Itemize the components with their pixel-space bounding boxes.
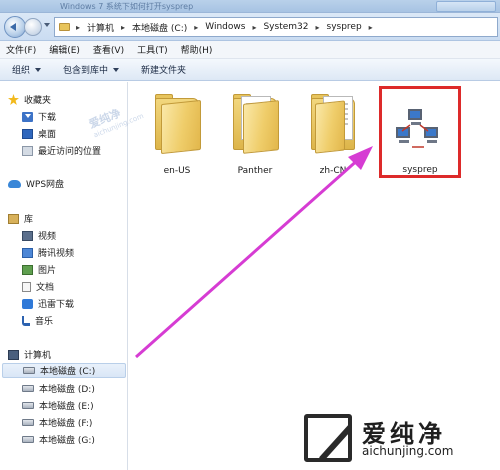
nav-pictures[interactable]: 图片 <box>22 262 56 277</box>
desktop-icon <box>22 128 33 139</box>
nav-wps-cloud[interactable]: WPS网盘 <box>8 176 64 191</box>
drive-icon <box>23 367 35 374</box>
music-note-icon <box>22 315 30 326</box>
nav-drive-e[interactable]: 本地磁盘 (E:) <box>22 398 94 413</box>
drive-icon <box>22 402 34 409</box>
nav-recent-places[interactable]: 最近访问的位置 <box>22 143 101 158</box>
picture-icon <box>22 264 33 275</box>
menu-help[interactable]: 帮助(H) <box>181 43 213 56</box>
nav-drive-f[interactable]: 本地磁盘 (F:) <box>22 415 92 430</box>
menu-tools[interactable]: 工具(T) <box>137 43 168 56</box>
network-link-icon <box>401 124 429 148</box>
back-button[interactable] <box>4 16 26 38</box>
breadcrumb-local-disk-c[interactable]: 本地磁盘 (C:) ▸ <box>132 21 205 34</box>
breadcrumb-system32[interactable]: System32 ▸ <box>263 22 326 32</box>
nav-drive-c[interactable]: 本地磁盘 (C:) <box>2 363 126 378</box>
nav-videos[interactable]: 视频 <box>22 228 56 243</box>
breadcrumb-separator: ▸ <box>76 22 81 32</box>
nav-music[interactable]: 音乐 <box>22 313 53 328</box>
caret-down-icon <box>113 68 120 75</box>
document-icon <box>22 281 31 292</box>
address-row: ▸ 计算机 ▸ 本地磁盘 (C:) ▸ Windows ▸ System32 ▸… <box>0 13 500 41</box>
folder-en-us[interactable]: en-US <box>141 88 213 180</box>
include-in-library-button[interactable]: 包含到库中 <box>63 63 120 76</box>
drive-icon <box>22 385 34 392</box>
history-dropdown-icon[interactable] <box>44 23 50 30</box>
computer-icon <box>8 349 19 360</box>
file-label: en-US <box>163 166 191 176</box>
nav-computer[interactable]: 计算机 <box>8 347 51 362</box>
new-folder-button[interactable]: 新建文件夹 <box>141 63 186 76</box>
breadcrumb-windows[interactable]: Windows ▸ <box>205 22 263 32</box>
nav-drive-g[interactable]: 本地磁盘 (G:) <box>22 432 95 447</box>
file-label: Panther <box>237 166 273 176</box>
window-title-bar: Windows 7 系统下如何打开sysprep <box>0 0 500 13</box>
drive-icon <box>22 419 34 426</box>
tencent-video-icon <box>22 247 33 258</box>
star-icon <box>8 94 19 105</box>
sysprep-executable-highlighted[interactable]: sysprep <box>379 86 461 178</box>
window-title: Windows 7 系统下如何打开sysprep <box>60 2 194 11</box>
nav-desktop[interactable]: 桌面 <box>22 126 56 141</box>
folder-icon <box>243 100 279 154</box>
nav-thunder-downloads[interactable]: 迅雷下载 <box>22 296 74 311</box>
file-label: sysprep <box>402 165 438 175</box>
menu-edit[interactable]: 编辑(E) <box>49 43 80 56</box>
folder-icon <box>59 23 70 31</box>
folder-icon <box>161 99 201 155</box>
breadcrumb-computer[interactable]: 计算机 ▸ <box>87 21 132 34</box>
command-toolbar: 组织 包含到库中 新建文件夹 <box>0 59 500 81</box>
nav-drive-d[interactable]: 本地磁盘 (D:) <box>22 381 95 396</box>
breadcrumb-sysprep[interactable]: sysprep ▸ <box>327 22 380 32</box>
nav-favorites[interactable]: 收藏夹 <box>8 92 51 107</box>
download-folder-icon <box>22 111 33 122</box>
caret-down-icon <box>35 68 42 75</box>
cloud-icon <box>8 179 21 188</box>
brand-logo-icon <box>304 414 352 462</box>
library-icon <box>8 213 19 224</box>
drive-icon <box>22 436 34 443</box>
folder-icon <box>315 100 345 154</box>
address-bar[interactable]: ▸ 计算机 ▸ 本地磁盘 (C:) ▸ Windows ▸ System32 ▸… <box>54 17 498 37</box>
video-icon <box>22 230 33 241</box>
window-controls[interactable] <box>436 1 496 12</box>
folder-panther[interactable]: Panther <box>219 88 291 180</box>
forward-button[interactable] <box>24 18 42 36</box>
nav-libraries[interactable]: 库 <box>8 211 33 226</box>
nav-documents[interactable]: 文档 <box>22 279 54 294</box>
nav-downloads[interactable]: 下载 <box>22 109 56 124</box>
thunder-download-icon <box>22 298 33 309</box>
menu-bar: 文件(F) 编辑(E) 查看(V) 工具(T) 帮助(H) <box>0 41 500 59</box>
nav-tencent-video[interactable]: 腾讯视频 <box>22 245 74 260</box>
folder-zh-cn[interactable]: zh-CN <box>297 88 369 180</box>
recent-places-icon <box>22 145 33 156</box>
file-label: zh-CN <box>319 166 347 176</box>
organize-button[interactable]: 组织 <box>12 63 42 76</box>
watermark-logo: 爱纯净 aichunjing.com <box>298 408 494 468</box>
menu-file[interactable]: 文件(F) <box>6 43 36 56</box>
menu-view[interactable]: 查看(V) <box>93 43 124 56</box>
